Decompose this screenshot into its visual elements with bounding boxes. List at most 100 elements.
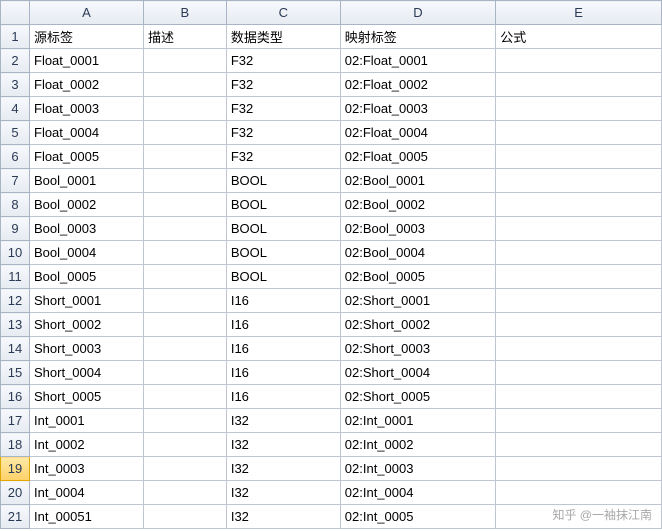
cell[interactable] (496, 73, 662, 97)
cell[interactable] (496, 433, 662, 457)
cell[interactable] (496, 337, 662, 361)
cell[interactable]: I16 (226, 385, 340, 409)
cell[interactable] (143, 217, 226, 241)
col-header-E[interactable]: E (496, 1, 662, 25)
cell[interactable]: 描述 (143, 25, 226, 49)
row-header[interactable]: 1 (1, 25, 30, 49)
row-header[interactable]: 18 (1, 433, 30, 457)
cell[interactable]: Int_0004 (30, 481, 144, 505)
cell[interactable]: 02:Short_0001 (340, 289, 495, 313)
cell[interactable]: 02:Int_0004 (340, 481, 495, 505)
cell[interactable] (143, 265, 226, 289)
cell[interactable]: 数据类型 (226, 25, 340, 49)
row-header[interactable]: 4 (1, 97, 30, 121)
col-header-A[interactable]: A (30, 1, 144, 25)
cell[interactable]: 02:Int_0005 (340, 505, 495, 529)
cell[interactable]: 源标签 (30, 25, 144, 49)
cell[interactable]: Bool_0004 (30, 241, 144, 265)
cell[interactable]: I32 (226, 505, 340, 529)
cell[interactable] (143, 49, 226, 73)
cell[interactable] (496, 457, 662, 481)
cell[interactable]: F32 (226, 145, 340, 169)
row-header[interactable]: 12 (1, 289, 30, 313)
cell[interactable] (143, 145, 226, 169)
row-header[interactable]: 2 (1, 49, 30, 73)
cell[interactable] (496, 313, 662, 337)
cell[interactable]: 02:Int_0003 (340, 457, 495, 481)
row-header[interactable]: 20 (1, 481, 30, 505)
cell[interactable] (496, 361, 662, 385)
col-header-C[interactable]: C (226, 1, 340, 25)
cell[interactable] (496, 193, 662, 217)
cell[interactable]: Bool_0003 (30, 217, 144, 241)
cell[interactable] (143, 193, 226, 217)
cell[interactable]: Short_0004 (30, 361, 144, 385)
cell[interactable]: I16 (226, 361, 340, 385)
row-header[interactable]: 13 (1, 313, 30, 337)
cell[interactable]: F32 (226, 97, 340, 121)
cell[interactable] (496, 385, 662, 409)
cell[interactable]: I16 (226, 313, 340, 337)
cell[interactable]: F32 (226, 121, 340, 145)
row-header[interactable]: 8 (1, 193, 30, 217)
cell[interactable]: I32 (226, 457, 340, 481)
select-all-corner[interactable] (1, 1, 30, 25)
cell[interactable] (143, 433, 226, 457)
cell[interactable]: 映射标签 (340, 25, 495, 49)
cell[interactable]: 02:Float_0004 (340, 121, 495, 145)
cell[interactable]: Int_00051 (30, 505, 144, 529)
cell[interactable]: 02:Short_0002 (340, 313, 495, 337)
cell[interactable] (143, 73, 226, 97)
cell[interactable]: Float_0005 (30, 145, 144, 169)
cell[interactable] (496, 49, 662, 73)
row-header[interactable]: 19 (1, 457, 30, 481)
cell[interactable]: Float_0002 (30, 73, 144, 97)
cell[interactable] (496, 481, 662, 505)
cell[interactable] (143, 337, 226, 361)
cell[interactable]: 02:Float_0005 (340, 145, 495, 169)
cell[interactable] (496, 97, 662, 121)
cell[interactable]: 公式 (496, 25, 662, 49)
cell[interactable]: Int_0003 (30, 457, 144, 481)
cell[interactable]: Short_0003 (30, 337, 144, 361)
cell[interactable]: BOOL (226, 217, 340, 241)
col-header-B[interactable]: B (143, 1, 226, 25)
cell[interactable]: Short_0001 (30, 289, 144, 313)
cell[interactable]: Float_0004 (30, 121, 144, 145)
cell[interactable] (143, 385, 226, 409)
cell[interactable] (143, 505, 226, 529)
cell[interactable]: 02:Short_0003 (340, 337, 495, 361)
col-header-D[interactable]: D (340, 1, 495, 25)
cell[interactable] (143, 241, 226, 265)
cell[interactable]: BOOL (226, 265, 340, 289)
cell[interactable]: I32 (226, 409, 340, 433)
row-header[interactable]: 7 (1, 169, 30, 193)
cell[interactable]: 02:Short_0005 (340, 385, 495, 409)
cell[interactable]: Float_0003 (30, 97, 144, 121)
cell[interactable]: Bool_0005 (30, 265, 144, 289)
cell[interactable] (143, 361, 226, 385)
cell[interactable] (143, 457, 226, 481)
row-header[interactable]: 11 (1, 265, 30, 289)
spreadsheet-grid[interactable]: A B C D E 1源标签描述数据类型映射标签公式2Float_0001F32… (0, 0, 662, 529)
cell[interactable] (143, 313, 226, 337)
row-header[interactable]: 17 (1, 409, 30, 433)
cell[interactable]: 02:Short_0004 (340, 361, 495, 385)
row-header[interactable]: 15 (1, 361, 30, 385)
cell[interactable]: 02:Bool_0001 (340, 169, 495, 193)
cell[interactable]: BOOL (226, 241, 340, 265)
cell[interactable]: BOOL (226, 193, 340, 217)
cell[interactable] (496, 409, 662, 433)
cell[interactable]: 02:Bool_0003 (340, 217, 495, 241)
cell[interactable] (496, 217, 662, 241)
cell[interactable] (496, 241, 662, 265)
cell[interactable]: I32 (226, 433, 340, 457)
cell[interactable] (143, 481, 226, 505)
cell[interactable] (143, 97, 226, 121)
row-header[interactable]: 3 (1, 73, 30, 97)
cell[interactable]: 02:Bool_0002 (340, 193, 495, 217)
cell[interactable]: 02:Int_0002 (340, 433, 495, 457)
row-header[interactable]: 5 (1, 121, 30, 145)
cell[interactable]: 02:Int_0001 (340, 409, 495, 433)
cell[interactable]: 02:Bool_0005 (340, 265, 495, 289)
